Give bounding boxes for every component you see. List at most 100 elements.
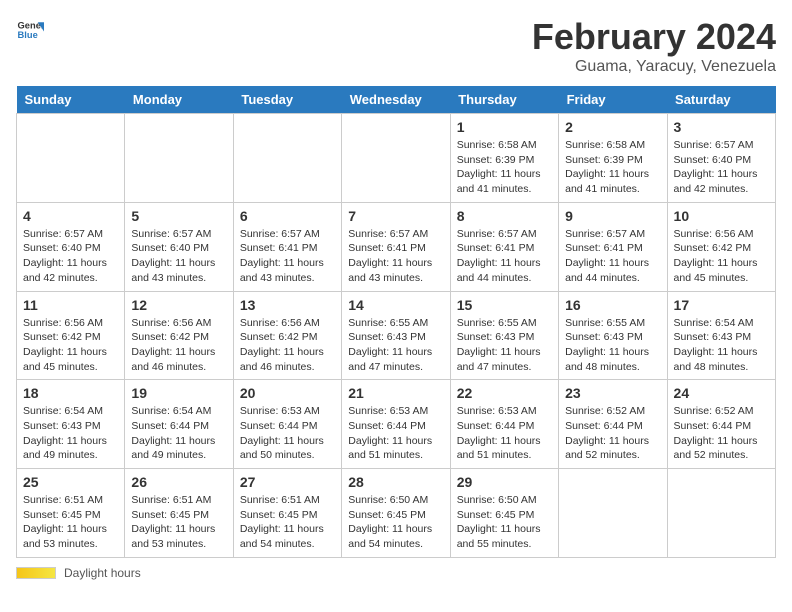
calendar-cell (342, 114, 450, 203)
cell-info: Sunrise: 6:51 AM Sunset: 6:45 PM Dayligh… (23, 493, 118, 552)
calendar-cell: 14Sunrise: 6:55 AM Sunset: 6:43 PM Dayli… (342, 291, 450, 380)
cell-info: Sunrise: 6:51 AM Sunset: 6:45 PM Dayligh… (131, 493, 226, 552)
calendar-cell: 16 Sunrise: 6:55 AM Sunset: 6:43 PM Dayli… (559, 291, 667, 380)
cell-info: Sunrise: 6:50 AM Sunset: 6:45 PM Dayligh… (348, 493, 443, 552)
calendar-cell: 25 Sunrise: 6:51 AM Sunset: 6:45 PM Dayli… (17, 469, 125, 558)
cell-info: Sunrise: 6:57 AM Sunset: 6:41 PM Dayligh… (240, 227, 335, 286)
day-number: 26 (131, 474, 226, 490)
day-number: 6 (240, 208, 335, 224)
cell-info: Sunrise: 6:56 AM Sunset: 6:42 PM Dayligh… (131, 316, 226, 375)
day-number: 18 (23, 385, 118, 401)
calendar-cell: 5Sunrise: 6:57 AM Sunset: 6:40 PM Daylig… (125, 202, 233, 291)
cell-info: Sunrise: 6:53 AM Sunset: 6:44 PM Dayligh… (240, 404, 335, 463)
day-number: 2 (565, 119, 660, 135)
page-subtitle: Guama, Yaracuy, Venezuela (532, 58, 776, 76)
day-number: 15 (457, 297, 552, 313)
day-number: 21 (348, 385, 443, 401)
cell-info: Sunrise: 6:57 AM Sunset: 6:41 PM Dayligh… (565, 227, 660, 286)
calendar-cell: 21 Sunrise: 6:53 AM Sunset: 6:44 PM Dayli… (342, 380, 450, 469)
calendar-cell: 1 Sunrise: 6:58 AM Sunset: 6:39 PM Daylig… (450, 114, 558, 203)
day-number: 17 (674, 297, 769, 313)
calendar-cell: 6 Sunrise: 6:57 AM Sunset: 6:41 PM Daylig… (233, 202, 341, 291)
day-number: 7 (348, 208, 443, 224)
calendar-cell (559, 469, 667, 558)
cell-info: Sunrise: 6:55 AM Sunset: 6:43 PM Dayligh… (457, 316, 552, 375)
cell-info: Sunrise: 6:52 AM Sunset: 6:44 PM Dayligh… (565, 404, 660, 463)
calendar-cell: 28Sunrise: 6:50 AM Sunset: 6:45 PM Dayli… (342, 469, 450, 558)
day-number: 10 (674, 208, 769, 224)
calendar-week-row: 18 Sunrise: 6:54 AM Sunset: 6:43 PM Dayli… (17, 380, 776, 469)
cell-info: Sunrise: 6:53 AM Sunset: 6:44 PM Dayligh… (348, 404, 443, 463)
cell-info: Sunrise: 6:55 AM Sunset: 6:43 PM Dayligh… (565, 316, 660, 375)
day-number: 4 (23, 208, 118, 224)
cell-info: Sunrise: 6:54 AM Sunset: 6:43 PM Dayligh… (674, 316, 769, 375)
day-number: 9 (565, 208, 660, 224)
cell-info: Sunrise: 6:57 AM Sunset: 6:40 PM Dayligh… (674, 138, 769, 197)
cell-info: Sunrise: 6:53 AM Sunset: 6:44 PM Dayligh… (457, 404, 552, 463)
day-number: 22 (457, 385, 552, 401)
day-number: 1 (457, 119, 552, 135)
day-header-tuesday: Tuesday (233, 86, 341, 114)
calendar-cell: 3Sunrise: 6:57 AM Sunset: 6:40 PM Daylig… (667, 114, 775, 203)
day-number: 24 (674, 385, 769, 401)
day-header-saturday: Saturday (667, 86, 775, 114)
cell-info: Sunrise: 6:57 AM Sunset: 6:40 PM Dayligh… (23, 227, 118, 286)
day-number: 13 (240, 297, 335, 313)
cell-info: Sunrise: 6:58 AM Sunset: 6:39 PM Dayligh… (457, 138, 552, 197)
calendar-cell: 7 Sunrise: 6:57 AM Sunset: 6:41 PM Daylig… (342, 202, 450, 291)
calendar-cell: 17 Sunrise: 6:54 AM Sunset: 6:43 PM Dayli… (667, 291, 775, 380)
cell-info: Sunrise: 6:52 AM Sunset: 6:44 PM Dayligh… (674, 404, 769, 463)
calendar-week-row: 25 Sunrise: 6:51 AM Sunset: 6:45 PM Dayli… (17, 469, 776, 558)
calendar-table: SundayMondayTuesdayWednesdayThursdayFrid… (16, 86, 776, 558)
calendar-cell (233, 114, 341, 203)
calendar-cell: 10 Sunrise: 6:56 AM Sunset: 6:42 PM Dayli… (667, 202, 775, 291)
day-number: 12 (131, 297, 226, 313)
calendar-cell (125, 114, 233, 203)
calendar-week-row: 11Sunrise: 6:56 AM Sunset: 6:42 PM Dayli… (17, 291, 776, 380)
cell-info: Sunrise: 6:54 AM Sunset: 6:43 PM Dayligh… (23, 404, 118, 463)
calendar-cell: 4 Sunrise: 6:57 AM Sunset: 6:40 PM Daylig… (17, 202, 125, 291)
calendar-cell: 15 Sunrise: 6:55 AM Sunset: 6:43 PM Dayli… (450, 291, 558, 380)
day-number: 14 (348, 297, 443, 313)
calendar-week-row: 1 Sunrise: 6:58 AM Sunset: 6:39 PM Daylig… (17, 114, 776, 203)
calendar-cell: 18 Sunrise: 6:54 AM Sunset: 6:43 PM Dayli… (17, 380, 125, 469)
day-number: 23 (565, 385, 660, 401)
title-block: February 2024 Guama, Yaracuy, Venezuela (532, 16, 776, 76)
footer: Daylight hours (16, 566, 776, 580)
calendar-cell: 29 Sunrise: 6:50 AM Sunset: 6:45 PM Dayli… (450, 469, 558, 558)
day-number: 16 (565, 297, 660, 313)
day-number: 27 (240, 474, 335, 490)
calendar-cell: 23 Sunrise: 6:52 AM Sunset: 6:44 PM Dayli… (559, 380, 667, 469)
day-number: 25 (23, 474, 118, 490)
calendar-header-row: SundayMondayTuesdayWednesdayThursdayFrid… (17, 86, 776, 114)
cell-info: Sunrise: 6:50 AM Sunset: 6:45 PM Dayligh… (457, 493, 552, 552)
day-number: 8 (457, 208, 552, 224)
cell-info: Sunrise: 6:56 AM Sunset: 6:42 PM Dayligh… (23, 316, 118, 375)
cell-info: Sunrise: 6:57 AM Sunset: 6:41 PM Dayligh… (348, 227, 443, 286)
calendar-cell: 27Sunrise: 6:51 AM Sunset: 6:45 PM Dayli… (233, 469, 341, 558)
day-number: 20 (240, 385, 335, 401)
cell-info: Sunrise: 6:58 AM Sunset: 6:39 PM Dayligh… (565, 138, 660, 197)
svg-text:Blue: Blue (18, 30, 38, 40)
cell-info: Sunrise: 6:57 AM Sunset: 6:41 PM Dayligh… (457, 227, 552, 286)
logo: General Blue (16, 16, 44, 44)
day-number: 29 (457, 474, 552, 490)
calendar-cell: 22 Sunrise: 6:53 AM Sunset: 6:44 PM Dayli… (450, 380, 558, 469)
day-header-monday: Monday (125, 86, 233, 114)
page-header: General Blue February 2024 Guama, Yaracu… (16, 16, 776, 76)
day-header-thursday: Thursday (450, 86, 558, 114)
calendar-cell: 13 Sunrise: 6:56 AM Sunset: 6:42 PM Dayli… (233, 291, 341, 380)
calendar-cell: 8 Sunrise: 6:57 AM Sunset: 6:41 PM Daylig… (450, 202, 558, 291)
calendar-cell: 26 Sunrise: 6:51 AM Sunset: 6:45 PM Dayli… (125, 469, 233, 558)
calendar-cell: 12 Sunrise: 6:56 AM Sunset: 6:42 PM Dayli… (125, 291, 233, 380)
daylight-label: Daylight hours (64, 566, 141, 580)
cell-info: Sunrise: 6:56 AM Sunset: 6:42 PM Dayligh… (674, 227, 769, 286)
day-header-friday: Friday (559, 86, 667, 114)
calendar-cell (17, 114, 125, 203)
cell-info: Sunrise: 6:56 AM Sunset: 6:42 PM Dayligh… (240, 316, 335, 375)
calendar-cell: 20 Sunrise: 6:53 AM Sunset: 6:44 PM Dayli… (233, 380, 341, 469)
calendar-week-row: 4 Sunrise: 6:57 AM Sunset: 6:40 PM Daylig… (17, 202, 776, 291)
calendar-cell: 24 Sunrise: 6:52 AM Sunset: 6:44 PM Dayli… (667, 380, 775, 469)
day-header-wednesday: Wednesday (342, 86, 450, 114)
calendar-cell: 11Sunrise: 6:56 AM Sunset: 6:42 PM Dayli… (17, 291, 125, 380)
